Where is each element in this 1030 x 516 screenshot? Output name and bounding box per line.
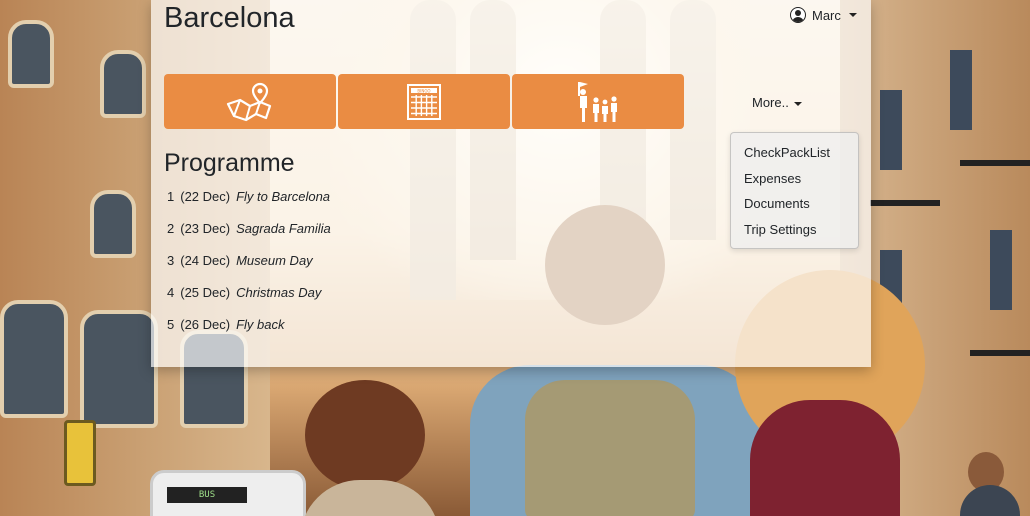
programme-heading: Programme (164, 149, 295, 177)
chevron-down-icon (848, 13, 857, 17)
day-date: (25 Dec) (180, 285, 231, 300)
window-shutter (880, 90, 902, 170)
more-label: More.. (752, 95, 789, 110)
person-girl-shirt (300, 480, 440, 516)
day-number: 3 (167, 253, 175, 268)
building-window (80, 310, 158, 428)
balcony-rail (970, 350, 1030, 356)
day-number: 1 (167, 189, 175, 204)
day-name-link[interactable]: Fly to Barcelona (236, 189, 330, 204)
person-head-girl (305, 380, 425, 490)
building-window (0, 300, 68, 418)
more-dropdown-menu: CheckPackList Expenses Documents Trip Se… (730, 132, 859, 249)
user-name: Marc (812, 7, 841, 23)
group-guide-icon (578, 81, 617, 122)
bus: BUS (150, 470, 306, 516)
main-panel: Barcelona Marc BINGO More.. CheckPackLis… (151, 0, 871, 367)
page-title: Barcelona (164, 2, 295, 34)
menu-item-checkpacklist[interactable]: CheckPackList (744, 145, 830, 160)
programme-day-row: 5 (26 Dec) Fly back (167, 317, 285, 332)
building-window (90, 190, 136, 258)
menu-item-expenses[interactable]: Expenses (744, 171, 801, 186)
backpack (525, 380, 695, 516)
day-number: 2 (167, 221, 175, 236)
bus-sign: BUS (167, 487, 247, 503)
bingo-card-icon: BINGO (407, 83, 441, 120)
building-window (100, 50, 146, 118)
balcony-rail (870, 200, 940, 206)
map-button[interactable] (164, 74, 336, 129)
bingo-text: BINGO (417, 88, 430, 93)
day-name-link[interactable]: Christmas Day (236, 285, 321, 300)
day-number: 4 (167, 285, 175, 300)
window-shutter (990, 230, 1012, 310)
user-avatar-icon (790, 7, 806, 23)
bingo-button[interactable]: BINGO (338, 74, 510, 129)
person-woman-shirt (750, 400, 900, 516)
programme-day-row: 1 (22 Dec) Fly to Barcelona (167, 189, 330, 204)
user-menu[interactable]: Marc (790, 7, 857, 23)
menu-item-trip-settings[interactable]: Trip Settings (744, 222, 817, 237)
day-number: 5 (167, 317, 175, 332)
day-name-link[interactable]: Sagrada Familia (236, 221, 331, 236)
day-name-link[interactable]: Museum Day (236, 253, 313, 268)
day-date: (24 Dec) (180, 253, 231, 268)
day-date: (22 Dec) (180, 189, 231, 204)
window-shutter (950, 50, 972, 130)
programme-day-row: 2 (23 Dec) Sagrada Familia (167, 221, 331, 236)
menu-item-documents[interactable]: Documents (744, 196, 810, 211)
building-window (8, 20, 54, 88)
programme-day-row: 3 (24 Dec) Museum Day (167, 253, 313, 268)
day-date: (23 Dec) (180, 221, 231, 236)
more-dropdown-toggle[interactable]: More.. (752, 95, 803, 110)
balcony-rail (960, 160, 1030, 166)
day-name-link[interactable]: Fly back (236, 317, 284, 332)
chevron-down-icon (794, 101, 803, 106)
programme-day-row: 4 (25 Dec) Christmas Day (167, 285, 321, 300)
traffic-light (64, 420, 96, 486)
day-date: (26 Dec) (180, 317, 231, 332)
group-tour-button[interactable] (512, 74, 684, 129)
map-pin-icon (226, 82, 272, 121)
